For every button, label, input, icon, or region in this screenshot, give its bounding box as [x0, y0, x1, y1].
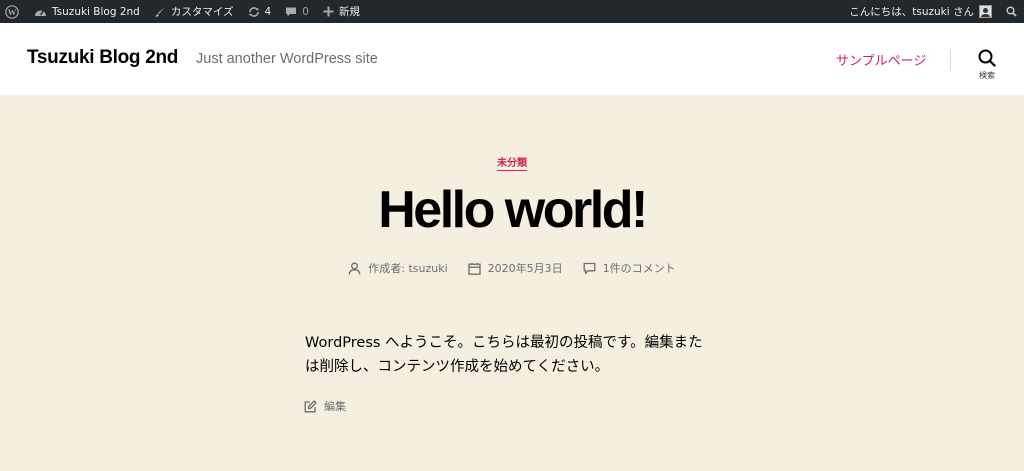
edit-icon: [304, 399, 317, 412]
updates-icon: [248, 6, 259, 17]
search-icon: [978, 49, 996, 67]
comments-count: 0: [302, 5, 309, 18]
post-author[interactable]: 作成者: tsuzuki: [348, 260, 448, 276]
post-comments[interactable]: 1件のコメント: [583, 260, 676, 276]
post-author-label: 作成者: tsuzuki: [368, 262, 448, 275]
dashboard-icon: [35, 9, 46, 16]
calendar-icon: [468, 262, 481, 275]
admin-bar-account[interactable]: こんにちは、tsuzuki さん: [842, 0, 999, 23]
customize-label: カスタマイズ: [170, 6, 234, 18]
search-icon: [1006, 6, 1017, 17]
plus-icon: [323, 6, 334, 17]
brush-icon: [155, 6, 165, 17]
site-title[interactable]: Tsuzuki Blog 2nd: [27, 47, 178, 69]
post-meta: 作成者: tsuzuki 2020年5月3日 1件のコメント: [0, 260, 1024, 276]
search-toggle-button[interactable]: 検索: [966, 49, 1008, 85]
comment-icon: [286, 7, 297, 16]
post-comments-label: 1件のコメント: [602, 262, 676, 275]
post-date[interactable]: 2020年5月3日: [468, 260, 563, 276]
header-divider: [950, 49, 951, 71]
user-icon: [348, 262, 361, 275]
site-header: Tsuzuki Blog 2nd Just another WordPress …: [0, 23, 1024, 95]
admin-bar-site-name[interactable]: Tsuzuki Blog 2nd: [27, 0, 147, 23]
search-label: 検索: [979, 71, 995, 80]
edit-label: 編集: [324, 400, 346, 413]
admin-bar-customize[interactable]: カスタマイズ: [147, 0, 241, 23]
admin-bar-comments[interactable]: 0: [278, 0, 316, 23]
post-category-link[interactable]: 未分類: [497, 158, 527, 171]
wordpress-logo-icon: W: [5, 4, 19, 19]
site-name-label: Tsuzuki Blog 2nd: [52, 5, 140, 18]
admin-bar-search[interactable]: [999, 0, 1024, 23]
post-edit-link[interactable]: 編集: [304, 398, 346, 414]
comment-icon: [583, 262, 596, 274]
post-content: WordPress へようこそ。こちらは最初の投稿です。編集または削除し、コンテ…: [305, 335, 703, 375]
new-label: 新規: [338, 6, 360, 18]
avatar: [979, 5, 992, 18]
updates-count: 4: [264, 5, 272, 18]
wordpress-logo-menu[interactable]: W: [0, 0, 27, 23]
nav-item-sample-page[interactable]: サンプルページ: [836, 50, 926, 69]
post-title[interactable]: Hello world!: [0, 180, 1024, 240]
post-date-label: 2020年5月3日: [487, 262, 563, 275]
admin-bar-new[interactable]: 新規: [316, 0, 367, 23]
site-description: Just another WordPress site: [196, 51, 378, 67]
greeting-text: こんにちは、tsuzuki さん: [849, 6, 974, 18]
admin-bar-updates[interactable]: 4: [241, 0, 279, 23]
admin-bar: W Tsuzuki Blog 2nd カスタマイズ 4 0 新規 こんにちは、t…: [0, 0, 1024, 23]
post-category-wrap: 未分類: [0, 151, 1024, 171]
svg-text:W: W: [8, 7, 17, 17]
